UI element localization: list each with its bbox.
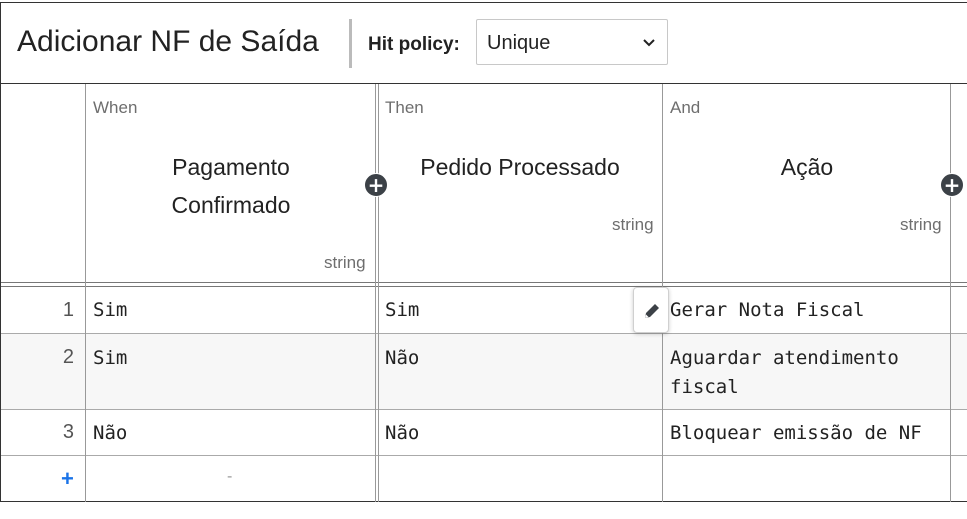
cell-line: fiscal <box>670 376 739 398</box>
column-type-label: string <box>324 253 366 272</box>
table-cell[interactable]: Sim <box>93 344 127 373</box>
table-cell[interactable]: Gerar Nota Fiscal <box>670 296 864 325</box>
column-type-label: string <box>900 215 942 234</box>
table-cell[interactable]: Não <box>385 419 419 448</box>
column-name: Pedido Processado <box>387 148 653 186</box>
column-divider <box>375 84 376 502</box>
table-cell[interactable]: Não <box>385 344 419 373</box>
table-title[interactable]: Adicionar NF de Saída <box>17 25 319 59</box>
add-row-button[interactable]: + <box>61 466 74 492</box>
hit-policy-select[interactable]: Unique <box>476 19 668 65</box>
column-type-label: string <box>612 215 654 234</box>
header-divider <box>1 286 967 287</box>
table-cell[interactable]: Sim <box>93 296 127 325</box>
decision-table: When Pagamento Confirmado string + Then … <box>1 84 967 502</box>
table-cell[interactable]: Sim <box>385 296 419 325</box>
column-name-line: Confirmado <box>171 192 291 218</box>
decision-table-frame: Adicionar NF de Saída Hit policy: Unique… <box>0 2 967 502</box>
cell-line: Aguardar atendimento <box>670 347 899 369</box>
row-divider <box>1 333 967 334</box>
decision-table-header: Adicionar NF de Saída Hit policy: Unique <box>1 3 967 84</box>
column-name-line: Pedido Processado <box>420 154 620 180</box>
row-number: 3 <box>62 421 74 443</box>
column-name: Pagamento Confirmado <box>131 148 331 224</box>
header-divider <box>1 282 967 283</box>
column-name-line: Ação <box>780 154 834 180</box>
column-divider <box>378 84 379 502</box>
table-cell[interactable]: Aguardar atendimento fiscal <box>670 344 899 402</box>
column-kind-label: Then <box>385 98 424 117</box>
column-kind-label: And <box>670 98 701 117</box>
hit-policy-label: Hit policy: <box>368 34 460 55</box>
column-name: Ação <box>681 148 933 186</box>
row-number: 2 <box>62 346 74 368</box>
table-cell[interactable]: Bloquear emissão de NF <box>670 419 922 448</box>
row-number: 1 <box>62 299 74 321</box>
column-divider <box>950 84 951 502</box>
column-name-line: Pagamento <box>172 154 290 180</box>
add-row-placeholder: - <box>227 468 233 485</box>
title-separator <box>349 19 352 68</box>
pencil-icon <box>645 304 659 318</box>
hit-policy-value: Unique <box>487 32 551 54</box>
row-divider <box>1 409 967 410</box>
column-kind-label: When <box>93 98 138 117</box>
plus-circle-icon[interactable]: + <box>364 173 388 197</box>
column-divider <box>85 84 86 502</box>
table-cell[interactable]: Não <box>93 419 127 448</box>
chevron-down-icon <box>643 39 655 47</box>
row-divider <box>1 455 967 456</box>
plus-circle-icon[interactable]: + <box>940 173 964 197</box>
edit-cell-button[interactable] <box>633 287 669 333</box>
